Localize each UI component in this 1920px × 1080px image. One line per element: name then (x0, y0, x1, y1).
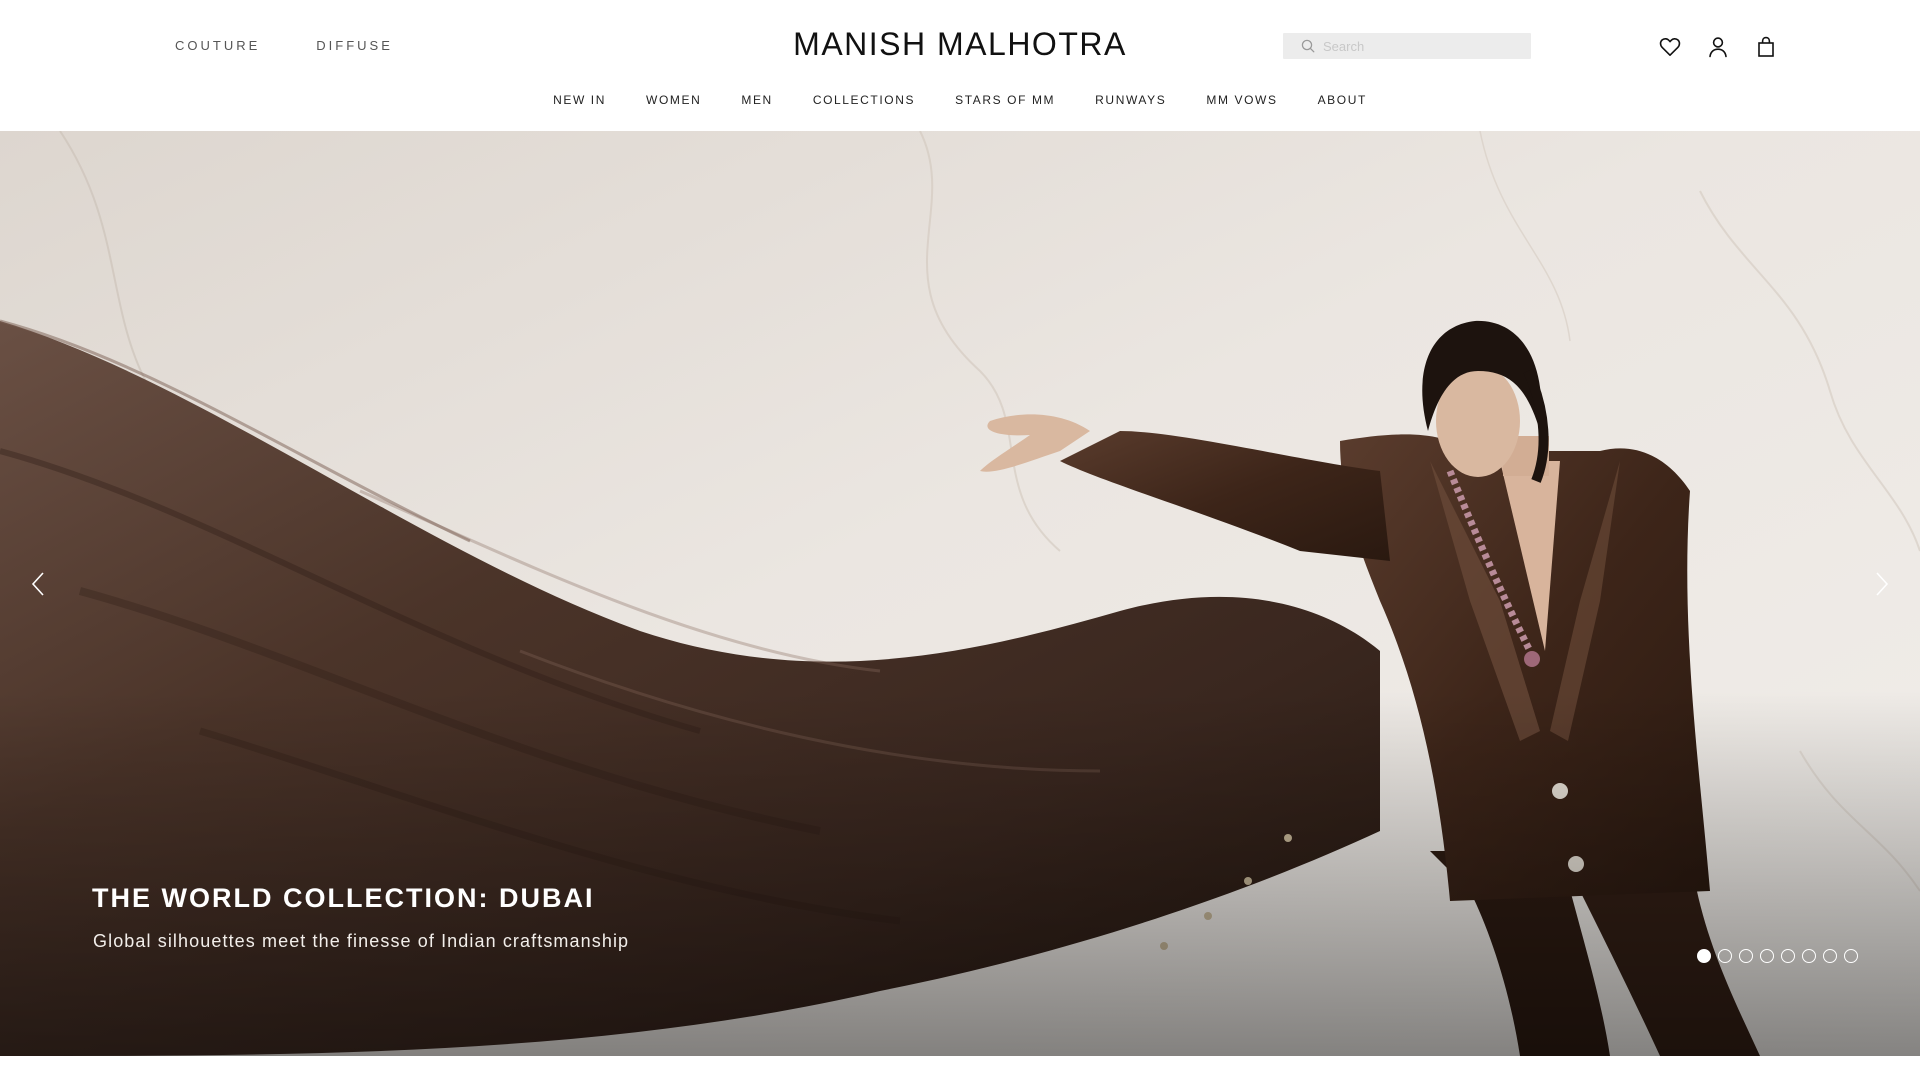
user-icon[interactable] (1705, 34, 1731, 60)
hero-image (0, 131, 1920, 1056)
brand-logo[interactable]: MANISH MALHOTRA (793, 26, 1127, 62)
sub-brand-couture[interactable]: COUTURE (175, 38, 260, 53)
carousel-dot-3[interactable] (1739, 949, 1753, 963)
site-header: COUTURE DIFFUSE MANISH MALHOTRA Search N… (0, 0, 1920, 131)
search-input[interactable] (1323, 33, 1513, 59)
sub-brand-diffuse[interactable]: DIFFUSE (316, 38, 393, 53)
search-bar[interactable] (1283, 33, 1531, 59)
carousel-pagination (1697, 949, 1858, 963)
nav-runways[interactable]: RUNWAYS (1095, 93, 1166, 107)
chevron-left-icon (30, 571, 46, 602)
nav-mm-vows[interactable]: MM VOWS (1206, 93, 1277, 107)
carousel-dot-6[interactable] (1802, 949, 1816, 963)
header-actions (1657, 34, 1779, 60)
sub-brand-nav: COUTURE DIFFUSE (175, 38, 393, 53)
nav-men[interactable]: MEN (741, 93, 772, 107)
bag-icon[interactable] (1753, 34, 1779, 60)
carousel-next-button[interactable] (1862, 566, 1902, 606)
hero-subtitle: Global silhouettes meet the finesse of I… (93, 931, 630, 951)
carousel-dot-1[interactable] (1697, 949, 1711, 963)
hero-title: THE WORLD COLLECTION: DUBAI (92, 883, 595, 913)
hero-carousel[interactable]: THE WORLD COLLECTION: DUBAI Global silho… (0, 131, 1920, 1056)
heart-icon[interactable] (1657, 34, 1683, 60)
carousel-dot-2[interactable] (1718, 949, 1732, 963)
nav-stars-of-mm[interactable]: STARS OF MM (955, 93, 1055, 107)
carousel-dot-4[interactable] (1760, 949, 1774, 963)
carousel-dot-5[interactable] (1781, 949, 1795, 963)
nav-new-in[interactable]: NEW IN (553, 93, 606, 107)
carousel-dot-8[interactable] (1844, 949, 1858, 963)
carousel-prev-button[interactable] (18, 566, 58, 606)
chevron-right-icon (1874, 571, 1890, 602)
carousel-dot-7[interactable] (1823, 949, 1837, 963)
search-icon[interactable] (1293, 33, 1323, 59)
nav-women[interactable]: WOMEN (646, 93, 701, 107)
nav-collections[interactable]: COLLECTIONS (813, 93, 915, 107)
nav-about[interactable]: ABOUT (1318, 93, 1367, 107)
main-nav: NEW IN WOMEN MEN COLLECTIONS STARS OF MM… (0, 93, 1920, 107)
